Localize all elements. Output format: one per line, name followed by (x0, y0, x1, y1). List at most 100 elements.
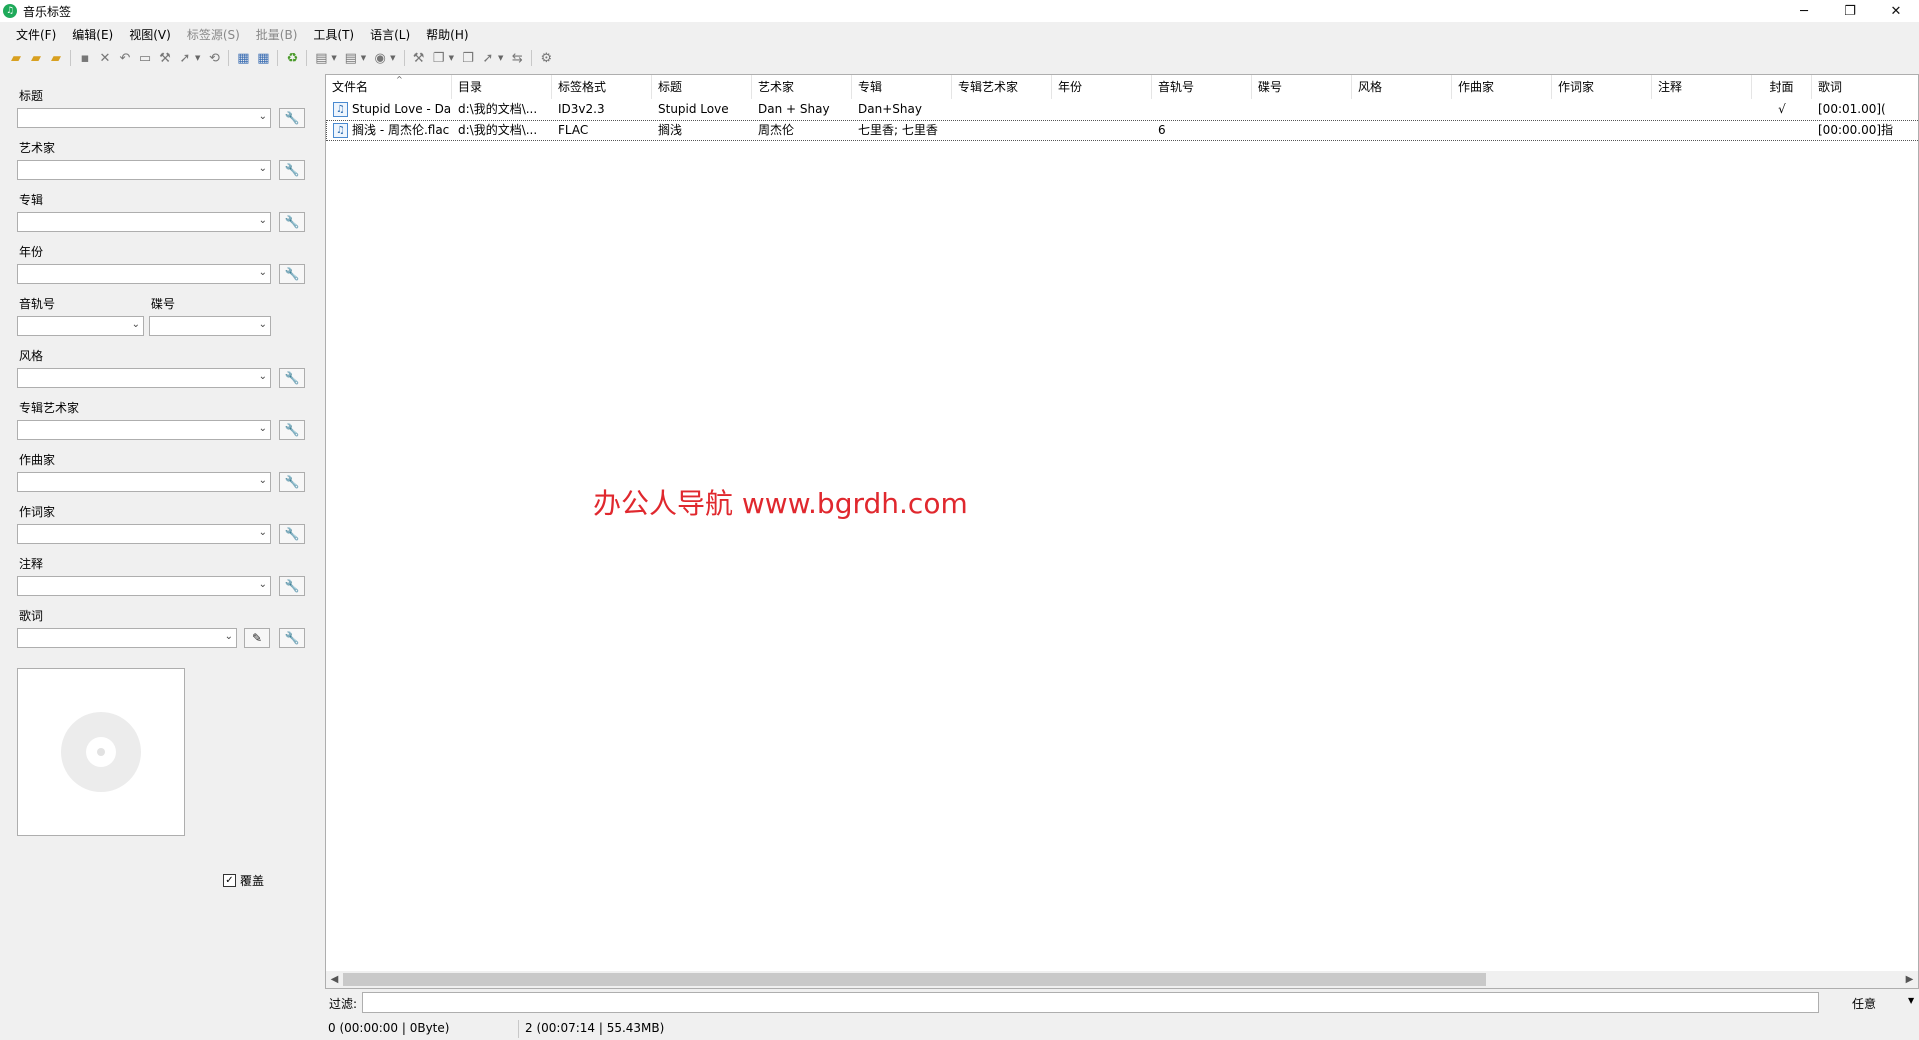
column-header-composer[interactable]: 作曲家 (1452, 75, 1552, 99)
dropdown-arrow-icon[interactable]: ▼ (449, 54, 454, 62)
column-header-track[interactable]: 音轨号 (1152, 75, 1252, 99)
list-view-icon[interactable]: ▦ (233, 48, 253, 68)
sync-icon[interactable]: ♻ (282, 48, 302, 68)
lyrics-edit-button[interactable]: ✎ (244, 628, 270, 648)
scroll-right-icon[interactable]: ▶ (1901, 971, 1918, 988)
scrollbar-thumb[interactable] (343, 973, 1486, 986)
lyrics-tool-button[interactable]: 🔧 (279, 628, 305, 648)
column-header-disc[interactable]: 碟号 (1252, 75, 1352, 99)
column-header-year[interactable]: 年份 (1052, 75, 1152, 99)
menu-batch[interactable]: 批量(B) (248, 24, 306, 46)
cell-genre (1352, 99, 1452, 120)
menu-help[interactable]: 帮助(H) (418, 24, 476, 46)
title-tool-button[interactable]: 🔧 (279, 108, 305, 128)
album-tool-button[interactable]: 🔧 (279, 212, 305, 232)
dropdown-arrow-icon[interactable]: ▼ (361, 54, 366, 62)
dropdown-arrow-icon[interactable]: ▼ (498, 54, 503, 62)
disc-placeholder-icon (61, 712, 141, 792)
column-header-tag-format[interactable]: 标签格式 (552, 75, 652, 99)
tag-source-icon[interactable]: ▤ (311, 48, 331, 68)
title-combobox[interactable]: ⌄ (17, 108, 271, 128)
cover-art-box[interactable] (17, 668, 185, 836)
lyrics-combobox[interactable]: ⌄ (17, 628, 237, 648)
year-combobox[interactable]: ⌄ (17, 264, 271, 284)
filter-mode-select[interactable]: 任意 (1852, 995, 1876, 1012)
grid-view-icon[interactable]: ▦ (253, 48, 273, 68)
column-header-album-artist[interactable]: 专辑艺术家 (952, 75, 1052, 99)
track-combobox[interactable]: ⌄ (17, 316, 144, 336)
select-icon[interactable]: ➚ (478, 48, 498, 68)
column-header-directory[interactable]: 目录 (452, 75, 552, 99)
filter-input[interactable] (362, 992, 1819, 1013)
horizontal-scrollbar[interactable]: ◀ ▶ (326, 971, 1918, 988)
delete-icon[interactable]: ✕ (95, 48, 115, 68)
dropdown-arrow-icon[interactable]: ▼ (331, 54, 336, 62)
dropdown-arrow-icon[interactable]: ▼ (195, 54, 200, 62)
column-header-genre[interactable]: 风格 (1352, 75, 1452, 99)
undo-icon[interactable]: ↶ (115, 48, 135, 68)
minimize-button[interactable]: ─ (1781, 0, 1827, 22)
album-artist-tool-button[interactable]: 🔧 (279, 420, 305, 440)
column-header-filename[interactable]: 文件名 ^ (326, 75, 452, 99)
add-folder-icon[interactable]: ▰ (46, 48, 66, 68)
column-header-cover[interactable]: 封面 (1752, 75, 1812, 99)
book-icon[interactable]: ▭ (135, 48, 155, 68)
menu-view[interactable]: 视图(V) (121, 24, 179, 46)
tools-icon[interactable]: ⚒ (409, 48, 429, 68)
copy-icon[interactable]: ❐ (429, 48, 449, 68)
lyricist-tool-button[interactable]: 🔧 (279, 524, 305, 544)
settings-icon[interactable]: ⚙ (536, 48, 556, 68)
cell-album-artist (952, 99, 1052, 120)
disc-combobox[interactable]: ⌄ (149, 316, 271, 336)
column-header-title[interactable]: 标题 (652, 75, 752, 99)
album-artist-combobox[interactable]: ⌄ (17, 420, 271, 440)
paste-icon[interactable]: ❐ (458, 48, 478, 68)
artist-combobox[interactable]: ⌄ (17, 160, 271, 180)
refresh-icon[interactable]: ⟲ (204, 48, 224, 68)
lyrics-label: 歌词 (19, 609, 44, 623)
column-header-comment[interactable]: 注释 (1652, 75, 1752, 99)
menu-tools[interactable]: 工具(T) (305, 24, 362, 46)
column-header-album[interactable]: 专辑 (852, 75, 952, 99)
batch-icon[interactable]: ▤ (341, 48, 361, 68)
file-list[interactable]: 文件名 ^ 目录 标签格式 标题 艺术家 专辑 专辑艺术家 年份 音轨号 碟号 风… (325, 74, 1919, 989)
wrench-toolbar-icon[interactable]: ⚒ (155, 48, 175, 68)
maximize-button[interactable]: ❐ (1827, 0, 1873, 22)
dropdown-arrow-icon[interactable]: ▼ (390, 54, 395, 62)
comment-combobox[interactable]: ⌄ (17, 576, 271, 596)
menu-language[interactable]: 语言(L) (362, 24, 418, 46)
artist-tool-button[interactable]: 🔧 (279, 160, 305, 180)
lyricist-combobox[interactable]: ⌄ (17, 524, 271, 544)
close-button[interactable]: ✕ (1873, 0, 1919, 22)
overwrite-option[interactable]: ✓ 覆盖 (223, 872, 264, 889)
cell-composer (1452, 99, 1552, 120)
comment-tool-button[interactable]: 🔧 (279, 576, 305, 596)
genre-combobox[interactable]: ⌄ (17, 368, 271, 388)
convert-icon[interactable]: ⇆ (507, 48, 527, 68)
open-folder-icon[interactable]: ▰ (26, 48, 46, 68)
table-row[interactable]: ♫ 搁浅 - 周杰伦.flac d:\我的文档\... FLAC 搁浅 周杰伦 … (326, 120, 1918, 141)
overwrite-checkbox[interactable]: ✓ (223, 874, 236, 887)
album-combobox[interactable]: ⌄ (17, 212, 271, 232)
disc-hole (86, 737, 116, 767)
check-icon[interactable]: ◉ (370, 48, 390, 68)
save-icon[interactable]: ▪ (75, 48, 95, 68)
scroll-left-icon[interactable]: ◀ (326, 971, 343, 988)
cell-cover: √ (1778, 102, 1786, 116)
column-header-artist[interactable]: 艺术家 (752, 75, 852, 99)
cursor-icon[interactable]: ➚ (175, 48, 195, 68)
genre-tool-button[interactable]: 🔧 (279, 368, 305, 388)
composer-tool-button[interactable]: 🔧 (279, 472, 305, 492)
menu-tag-source[interactable]: 标签源(S) (179, 24, 248, 46)
table-row[interactable]: ♫ Stupid Love - Dan +... d:\我的文档\... ID3… (326, 99, 1918, 120)
chevron-down-icon[interactable]: ▼ (1908, 996, 1914, 1005)
year-tool-button[interactable]: 🔧 (279, 264, 305, 284)
column-header-lyrics[interactable]: 歌词 (1812, 75, 1918, 99)
cell-album: 七里香; 七里香 (858, 123, 938, 137)
menu-file[interactable]: 文件(F) (8, 24, 64, 46)
column-header-lyricist[interactable]: 作词家 (1552, 75, 1652, 99)
composer-combobox[interactable]: ⌄ (17, 472, 271, 492)
menu-edit[interactable]: 编辑(E) (64, 24, 121, 46)
open-file-icon[interactable]: ▰ (6, 48, 26, 68)
tag-editor-panel: 标题 ⌄ 🔧 艺术家 ⌄ 🔧 专辑 ⌄ 🔧 年份 ⌄ 🔧 音轨号 碟号 ⌄ ⌄ … (0, 70, 322, 1040)
